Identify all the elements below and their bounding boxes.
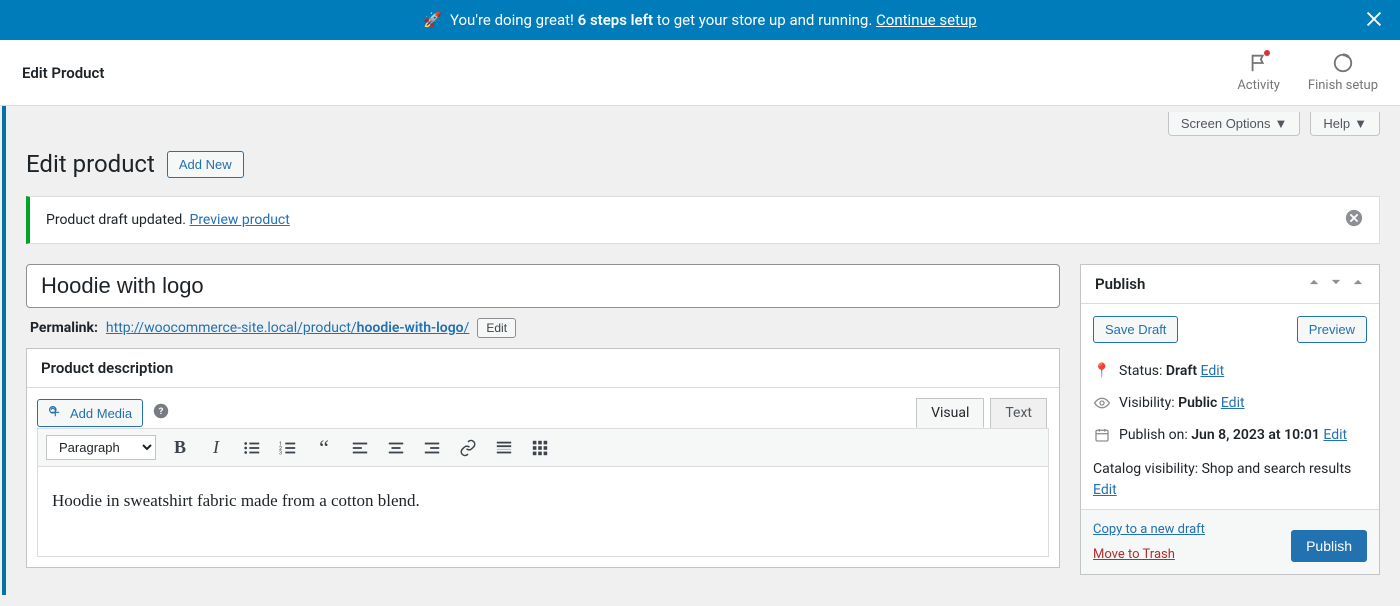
pin-icon: 📍 (1093, 363, 1111, 379)
activity-button[interactable]: Activity (1237, 52, 1280, 93)
tab-text[interactable]: Text (990, 398, 1047, 428)
banner-prefix: You're doing great! (450, 11, 578, 29)
header-title: Edit Product (22, 64, 104, 82)
continue-setup-link[interactable]: Continue setup (876, 11, 977, 29)
add-media-button[interactable]: Add Media (37, 399, 143, 427)
header-bar: Edit Product Activity Finish setup (0, 40, 1400, 106)
tab-visual[interactable]: Visual (916, 398, 984, 428)
align-right-icon[interactable] (420, 436, 444, 460)
edit-permalink-button[interactable]: Edit (477, 318, 516, 338)
edit-status-link[interactable]: Edit (1201, 363, 1225, 379)
insert-more-icon[interactable] (492, 436, 516, 460)
edit-visibility-link[interactable]: Edit (1221, 395, 1245, 411)
bold-icon[interactable]: B (168, 436, 192, 460)
banner-suffix: to get your store up and running. (653, 11, 876, 29)
publish-box: Publish Save Draft Preview 📍 Status: Dra… (1080, 264, 1380, 575)
product-title-input[interactable] (26, 264, 1060, 308)
svg-text:?: ? (159, 406, 164, 417)
toggle-panel-icon[interactable] (1351, 275, 1365, 293)
bullet-list-icon[interactable] (240, 436, 264, 460)
screen-options-button[interactable]: Screen Options ▼ (1168, 112, 1300, 136)
edit-date-link[interactable]: Edit (1323, 427, 1347, 443)
copy-to-draft-link[interactable]: Copy to a new draft (1093, 522, 1205, 537)
editor-content[interactable]: Hoodie in sweatshirt fabric made from a … (37, 467, 1049, 557)
setup-banner: 🚀 You're doing great! 6 steps left to ge… (0, 0, 1400, 40)
number-list-icon[interactable]: 123 (276, 436, 300, 460)
permalink-label: Permalink: (30, 320, 98, 336)
preview-product-link[interactable]: Preview product (189, 212, 289, 228)
caret-down-icon: ▼ (1354, 116, 1367, 131)
blockquote-icon[interactable]: “ (312, 436, 336, 460)
progress-circle-icon (1332, 52, 1354, 74)
move-up-icon[interactable] (1307, 275, 1321, 293)
activity-label: Activity (1237, 78, 1280, 93)
caret-down-icon: ▼ (1275, 116, 1288, 131)
finish-setup-label: Finish setup (1308, 78, 1378, 93)
move-down-icon[interactable] (1329, 275, 1343, 293)
save-draft-button[interactable]: Save Draft (1093, 316, 1178, 343)
notice-text: Product draft updated. (46, 212, 189, 228)
preview-button[interactable]: Preview (1297, 316, 1367, 343)
page-title: Edit product (26, 150, 155, 178)
edit-catalog-link[interactable]: Edit (1093, 482, 1117, 498)
format-select[interactable]: Paragraph (46, 435, 156, 460)
align-left-icon[interactable] (348, 436, 372, 460)
editor-toolbar: Paragraph B I 123 “ (37, 428, 1049, 467)
dismiss-notice-icon[interactable] (1345, 209, 1363, 231)
close-banner-icon[interactable] (1363, 8, 1385, 34)
rocket-icon: 🚀 (423, 11, 442, 29)
description-title: Product description (41, 359, 173, 377)
calendar-icon (1093, 427, 1111, 443)
permalink-url[interactable]: http://woocommerce-site.local/product/ho… (106, 320, 469, 336)
toolbar-toggle-icon[interactable] (528, 436, 552, 460)
move-to-trash-link[interactable]: Move to Trash (1093, 547, 1205, 562)
eye-icon (1093, 395, 1111, 411)
publish-button[interactable]: Publish (1291, 530, 1367, 562)
svg-text:3: 3 (279, 450, 282, 456)
finish-setup-button[interactable]: Finish setup (1308, 52, 1378, 93)
banner-bold: 6 steps left (578, 11, 653, 29)
product-description-box: Product description Add Media ? Visual (26, 348, 1060, 568)
media-icon (48, 405, 64, 421)
italic-icon[interactable]: I (204, 436, 228, 460)
help-button[interactable]: Help ▼ (1310, 112, 1380, 136)
align-center-icon[interactable] (384, 436, 408, 460)
add-new-button[interactable]: Add New (167, 151, 244, 178)
notice-updated: Product draft updated. Preview product (26, 196, 1380, 244)
notification-dot-icon (1264, 50, 1270, 56)
help-icon[interactable]: ? (153, 403, 169, 423)
link-icon[interactable] (456, 436, 480, 460)
publish-title: Publish (1095, 275, 1145, 293)
